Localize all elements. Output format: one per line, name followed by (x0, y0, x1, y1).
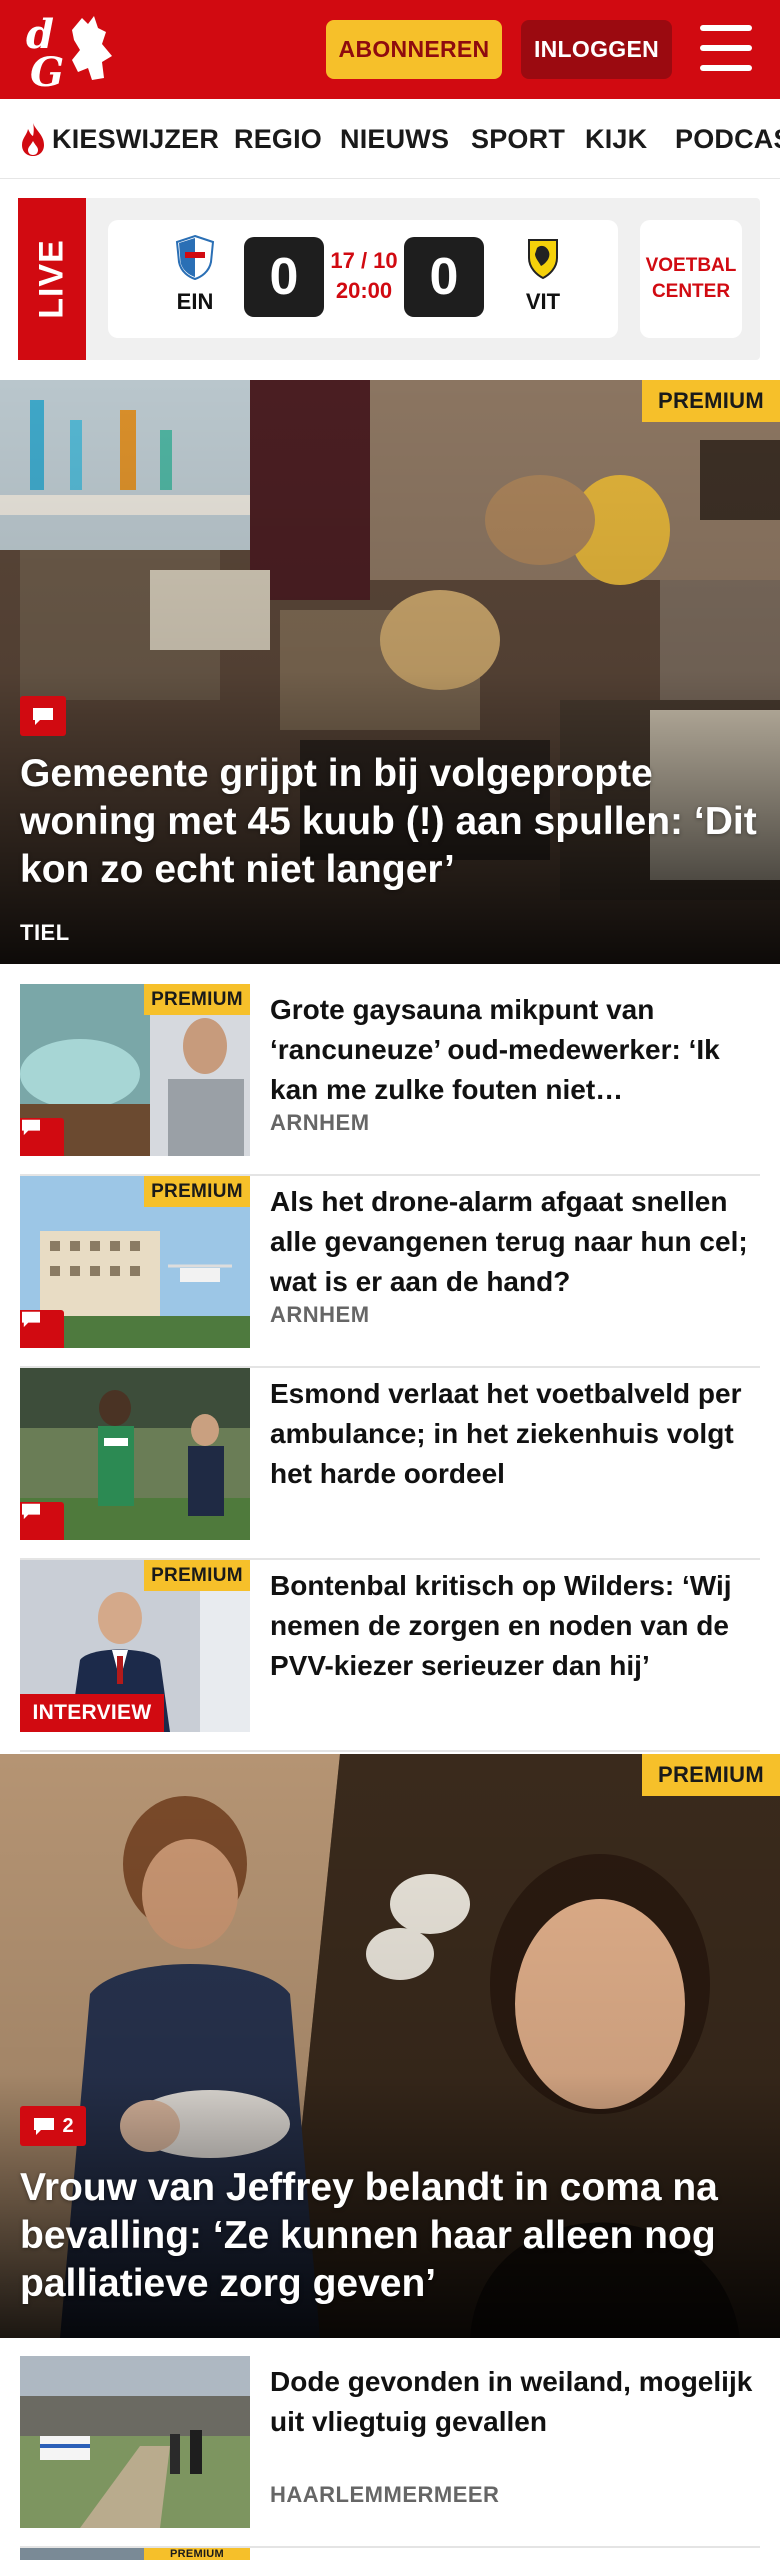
match-date: 17 / 10 (330, 248, 398, 273)
subscribe-button[interactable]: ABONNEREN (326, 20, 502, 79)
voetbal-center-link[interactable]: VOETBAL CENTER (640, 220, 742, 338)
nav-item-regio[interactable]: REGIO (234, 99, 322, 178)
article-thumbnail: PREMIUM (20, 984, 250, 1156)
hero-title[interactable]: Gemeente grijpt in bij volgepropte wonin… (20, 750, 760, 894)
list-item[interactable]: PREMIUM Grote gaysauna mikpunt van ‘ranc… (20, 984, 760, 1176)
list-item[interactable]: Dode gevonden in weiland, mogelijk uit v… (20, 2356, 760, 2548)
article-location: HAARLEMMERMEER (270, 2482, 500, 2507)
hero-article-2[interactable]: PREMIUM 2 Vrouw van Jeffrey belandt in c… (0, 1754, 780, 2338)
flame-icon (22, 123, 44, 156)
home-score: 0 (244, 237, 324, 317)
match-card[interactable]: EIN 0 17 / 10 20:00 0 VIT (108, 220, 618, 338)
article-thumbnail (20, 1368, 250, 1540)
comment-icon (34, 2118, 55, 2135)
main-nav: KIESWIJZER REGIO NIEUWS SPORT KIJK PODCA… (0, 99, 780, 179)
article-title[interactable]: Als het drone-alarm afgaat snellen alle … (270, 1182, 760, 1302)
comment-icon[interactable] (20, 696, 66, 736)
away-team-abbr: VIT (525, 289, 561, 314)
nav-item-kijk[interactable]: KIJK (585, 99, 647, 178)
hero-location: TIEL (20, 920, 70, 945)
premium-badge: PREMIUM (642, 380, 780, 422)
away-score: 0 (404, 237, 484, 317)
list-item[interactable]: PREMIUM (20, 2548, 760, 2560)
match-time: 20:00 (335, 278, 393, 303)
voetbal-center-label-2: CENTER (651, 281, 731, 302)
premium-badge: PREMIUM (144, 1560, 250, 1591)
article-thumbnail: PREMIUM INTERVIEW (20, 1560, 250, 1732)
article-thumbnail: PREMIUM (20, 2548, 250, 2560)
match-datetime: 17 / 10 20:00 (326, 246, 402, 306)
nav-label: KIESWIJZER (52, 123, 220, 154)
article-title[interactable]: Esmond verlaat het voetbalveld per ambul… (270, 1374, 760, 1494)
premium-badge: PREMIUM (144, 1176, 250, 1207)
nav-item-podcast[interactable]: PODCAS (675, 99, 780, 178)
article-title[interactable]: Bontenbal kritisch op Wilders: ‘Wij neme… (270, 1566, 760, 1686)
premium-badge: PREMIUM (144, 984, 250, 1015)
premium-badge: PREMIUM (642, 1754, 780, 1796)
live-label: LIVE (32, 239, 71, 319)
article-thumbnail: PREMIUM (20, 1176, 250, 1348)
premium-badge: PREMIUM (144, 2548, 250, 2560)
home-team: EIN (160, 234, 230, 315)
home-team-abbr: EIN (176, 289, 214, 314)
hero-article-1[interactable]: PREMIUM Gemeente grijpt in bij volgeprop… (0, 380, 780, 964)
article-location: ARNHEM (270, 1110, 370, 1135)
dg-logo[interactable]: d G (22, 10, 118, 90)
live-scoreboard: LIVE EIN 0 17 / 10 20:00 0 VIT VOETBAL C… (18, 198, 760, 360)
live-tag: LIVE (18, 198, 86, 360)
nav-item-nieuws[interactable]: NIEUWS (340, 99, 449, 178)
voetbal-center-label-1: VOETBAL (645, 255, 737, 276)
hero-title[interactable]: Vrouw van Jeffrey belandt in coma na bev… (20, 2164, 760, 2308)
nav-item-kieswijzer[interactable]: KIESWIJZER (18, 99, 220, 178)
svg-text:G: G (30, 49, 64, 90)
article-title[interactable]: Grote gaysauna mikpunt van ‘rancuneuze’ … (270, 990, 760, 1110)
psv-crest-icon (175, 234, 215, 281)
comment-icon[interactable] (20, 1502, 64, 1540)
list-item[interactable]: PREMIUM INTERVIEW Bontenbal kritisch op … (20, 1560, 760, 1752)
login-button[interactable]: INLOGGEN (521, 20, 672, 79)
interview-badge: INTERVIEW (20, 1694, 164, 1732)
list-item[interactable]: Esmond verlaat het voetbalveld per ambul… (20, 1368, 760, 1560)
comment-icon[interactable] (20, 1310, 64, 1348)
site-header: d G ABONNEREN INLOGGEN (0, 0, 780, 99)
menu-icon[interactable] (700, 25, 752, 71)
vitesse-crest-icon (528, 239, 558, 280)
list-item[interactable]: PREMIUM Als het drone-alarm afgaat snell… (20, 1176, 760, 1368)
comment-icon[interactable] (20, 1118, 64, 1156)
article-title[interactable]: Dode gevonden in weiland, mogelijk uit v… (270, 2362, 760, 2442)
comment-count-badge[interactable]: 2 (20, 2106, 86, 2146)
article-thumbnail (20, 2356, 250, 2528)
comment-count: 2 (62, 2114, 74, 2137)
article-location: ARNHEM (270, 1302, 370, 1327)
away-team: VIT (508, 234, 578, 315)
nav-item-sport[interactable]: SPORT (471, 99, 565, 178)
